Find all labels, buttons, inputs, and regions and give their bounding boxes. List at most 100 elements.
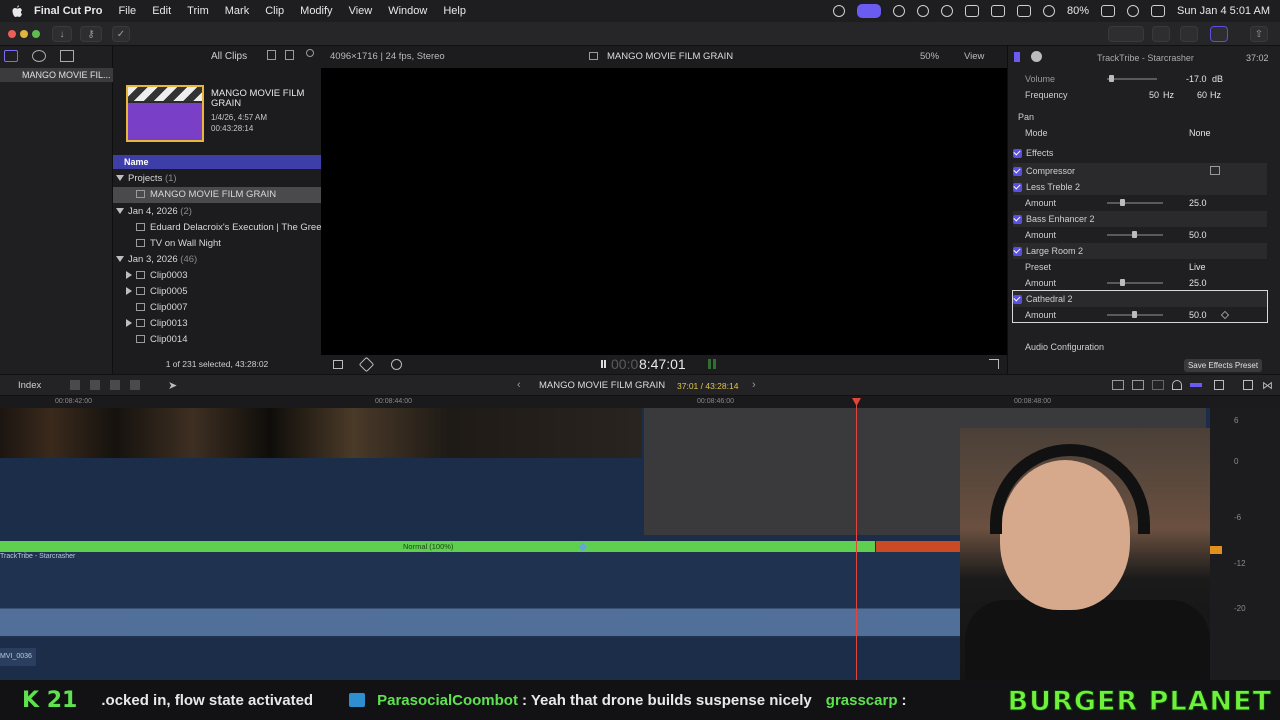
audio-inspector-tab-icon[interactable]: [1014, 52, 1024, 62]
clip-filter-dropdown[interactable]: All Clips: [211, 51, 247, 62]
background-tasks-button[interactable]: ✓: [112, 26, 130, 42]
snapping-icon[interactable]: [1132, 380, 1144, 390]
control-center-icon[interactable]: [1151, 5, 1166, 17]
amount-knob[interactable]: [1119, 279, 1125, 286]
close-window-button[interactable]: [8, 30, 16, 38]
volume-knob[interactable]: [1109, 75, 1114, 82]
amount-knob[interactable]: [1132, 231, 1137, 238]
name-column-header[interactable]: Name: [113, 155, 321, 169]
timeline-ruler[interactable]: 00:08:42:00 00:08:44:00 00:08:46:00 00:0…: [0, 396, 1210, 408]
freq-low-value[interactable]: 50: [1149, 87, 1159, 103]
app-menu[interactable]: Final Cut Pro: [34, 5, 102, 17]
project-name-dropdown[interactable]: MANGO MOVIE FILM GRAIN: [539, 380, 665, 391]
connected-clip[interactable]: MVI_0036: [0, 648, 36, 666]
list-item[interactable]: Clip0007: [113, 300, 321, 316]
keywords-button[interactable]: ⚷: [80, 26, 102, 42]
preset-dropdown[interactable]: Live: [1189, 259, 1206, 275]
audio-clip-header[interactable]: Normal (100%): [0, 541, 875, 552]
search-icon[interactable]: [306, 49, 314, 57]
index-button[interactable]: Index: [18, 380, 41, 391]
amount-slider[interactable]: [1107, 282, 1163, 284]
skimming-icon[interactable]: [1152, 380, 1164, 390]
effect-checkbox[interactable]: [1013, 215, 1022, 225]
menu-view[interactable]: View: [349, 5, 373, 17]
list-item[interactable]: Clip0005: [113, 284, 321, 300]
audio-configuration-label[interactable]: Audio Configuration: [1025, 342, 1104, 352]
menu-mark[interactable]: Mark: [225, 5, 249, 17]
status-icon[interactable]: [833, 5, 846, 17]
enhance-icon[interactable]: [358, 356, 375, 373]
date-group[interactable]: Jan 4, 2026 (2): [113, 204, 321, 220]
playhead[interactable]: [856, 398, 857, 680]
list-item[interactable]: Clip0003: [113, 268, 321, 284]
keyframe-icon[interactable]: [578, 542, 588, 552]
menu-file[interactable]: File: [118, 5, 136, 17]
arrow-tool-icon[interactable]: ➤: [168, 379, 177, 392]
import-button[interactable]: ↓: [52, 26, 72, 42]
audio-skimming-icon[interactable]: [1190, 383, 1202, 387]
list-item[interactable]: TV on Wall Night: [113, 236, 321, 252]
save-effects-preset-button[interactable]: Save Effects Preset: [1184, 359, 1262, 372]
list-item[interactable]: Clip0014: [113, 332, 321, 348]
browser-toggle-button[interactable]: [1152, 26, 1170, 42]
amount-value[interactable]: 50.0: [1189, 227, 1207, 243]
video-clip-filmstrip[interactable]: [0, 408, 642, 458]
amount-value[interactable]: 25.0: [1189, 275, 1207, 291]
view-options-dropdown[interactable]: View: [964, 51, 984, 62]
globe-icon[interactable]: [893, 5, 906, 17]
share-button[interactable]: ⇧: [1250, 26, 1268, 42]
effect-checkbox[interactable]: [1013, 167, 1022, 177]
effect-bass-enhancer[interactable]: Bass Enhancer 2: [1013, 211, 1267, 227]
effect-settings-icon[interactable]: [1210, 166, 1220, 175]
timecode-display[interactable]: 8:47:01: [639, 356, 686, 372]
volume-icon[interactable]: [965, 5, 980, 17]
effect-checkbox[interactable]: [1013, 295, 1022, 305]
mode-dropdown[interactable]: None: [1189, 125, 1211, 141]
list-item[interactable]: Eduard Delacroix's Execution | The Green: [113, 220, 321, 236]
amount-slider[interactable]: [1107, 202, 1163, 204]
effect-compressor[interactable]: Compressor: [1013, 163, 1267, 179]
pause-icon[interactable]: [601, 360, 603, 368]
effect-cathedral[interactable]: Cathedral 2: [1013, 291, 1267, 307]
transitions-icon[interactable]: ⋈: [1262, 379, 1273, 392]
apple-icon[interactable]: [10, 4, 24, 18]
amount-value[interactable]: 25.0: [1189, 195, 1207, 211]
zoom-window-button[interactable]: [32, 30, 40, 38]
battery-icon[interactable]: [1101, 5, 1116, 17]
disclosure-triangle-icon[interactable]: [116, 208, 124, 215]
effect-less-treble[interactable]: Less Treble 2: [1013, 179, 1267, 195]
layout-menu-button[interactable]: [1108, 26, 1144, 42]
amount-knob[interactable]: [1132, 311, 1137, 318]
effects-checkbox[interactable]: [1013, 149, 1022, 159]
clock[interactable]: Sun Jan 4 5:01 AM: [1177, 5, 1270, 17]
list-item[interactable]: Clip0013: [113, 316, 321, 332]
freq-high-value[interactable]: 60: [1197, 87, 1207, 103]
inspector-icon[interactable]: [1214, 380, 1224, 390]
disclosure-triangle-icon[interactable]: [116, 256, 124, 263]
keyframe-icon[interactable]: [1220, 310, 1230, 320]
play-icon[interactable]: [941, 5, 954, 17]
record-icon[interactable]: [917, 5, 930, 17]
menu-clip[interactable]: Clip: [265, 5, 284, 17]
photos-audio-icon[interactable]: [32, 50, 46, 62]
search-icon[interactable]: [1127, 5, 1140, 17]
inspector-toggle-button[interactable]: [1210, 26, 1228, 42]
effect-large-room[interactable]: Large Room 2: [1013, 243, 1267, 259]
volume-value[interactable]: -17.0: [1186, 71, 1207, 87]
filmstrip-view-icon[interactable]: [285, 50, 294, 60]
effects-browser-icon[interactable]: [1243, 380, 1253, 390]
disclosure-triangle-icon[interactable]: [126, 319, 132, 328]
audio-volume-label[interactable]: Normal (100%): [403, 542, 453, 551]
speed-icon[interactable]: [391, 359, 402, 370]
menu-window[interactable]: Window: [388, 5, 427, 17]
amount-value[interactable]: 50.0: [1189, 307, 1207, 323]
info-inspector-tab-icon[interactable]: [1031, 51, 1042, 62]
screen-mirror-icon[interactable]: [857, 4, 882, 18]
edit-tools-group[interactable]: [70, 380, 150, 390]
fullscreen-icon[interactable]: [989, 359, 999, 369]
menu-modify[interactable]: Modify: [300, 5, 332, 17]
forward-icon[interactable]: ›: [752, 379, 756, 391]
library-event-item[interactable]: MANGO MOVIE FIL...: [0, 68, 113, 82]
clip-appearance-icon[interactable]: [1112, 380, 1124, 390]
list-item[interactable]: MANGO MOVIE FILM GRAIN: [113, 187, 321, 203]
